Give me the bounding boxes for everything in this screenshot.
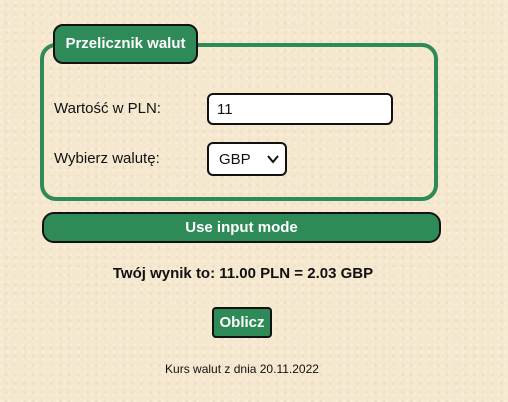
chevron-down-icon [267, 155, 279, 164]
calculate-button[interactable]: Oblicz [212, 307, 272, 338]
amount-field[interactable] [207, 93, 393, 125]
panel-title: Przelicznik walut [53, 24, 198, 64]
use-input-mode-button[interactable]: Use input mode [42, 212, 441, 243]
conversion-result: Twój wynik to: 11.00 PLN = 2.03 GBP [112, 265, 374, 282]
exchange-rate-date: Kurs walut z dnia 20.11.2022 [165, 362, 319, 376]
amount-input[interactable] [209, 95, 391, 123]
currency-select[interactable]: GBP [207, 142, 287, 176]
currency-label: Wybierz walutę: [54, 150, 160, 167]
currency-select-value: GBP [219, 151, 251, 168]
amount-label: Wartość w PLN: [54, 100, 161, 117]
